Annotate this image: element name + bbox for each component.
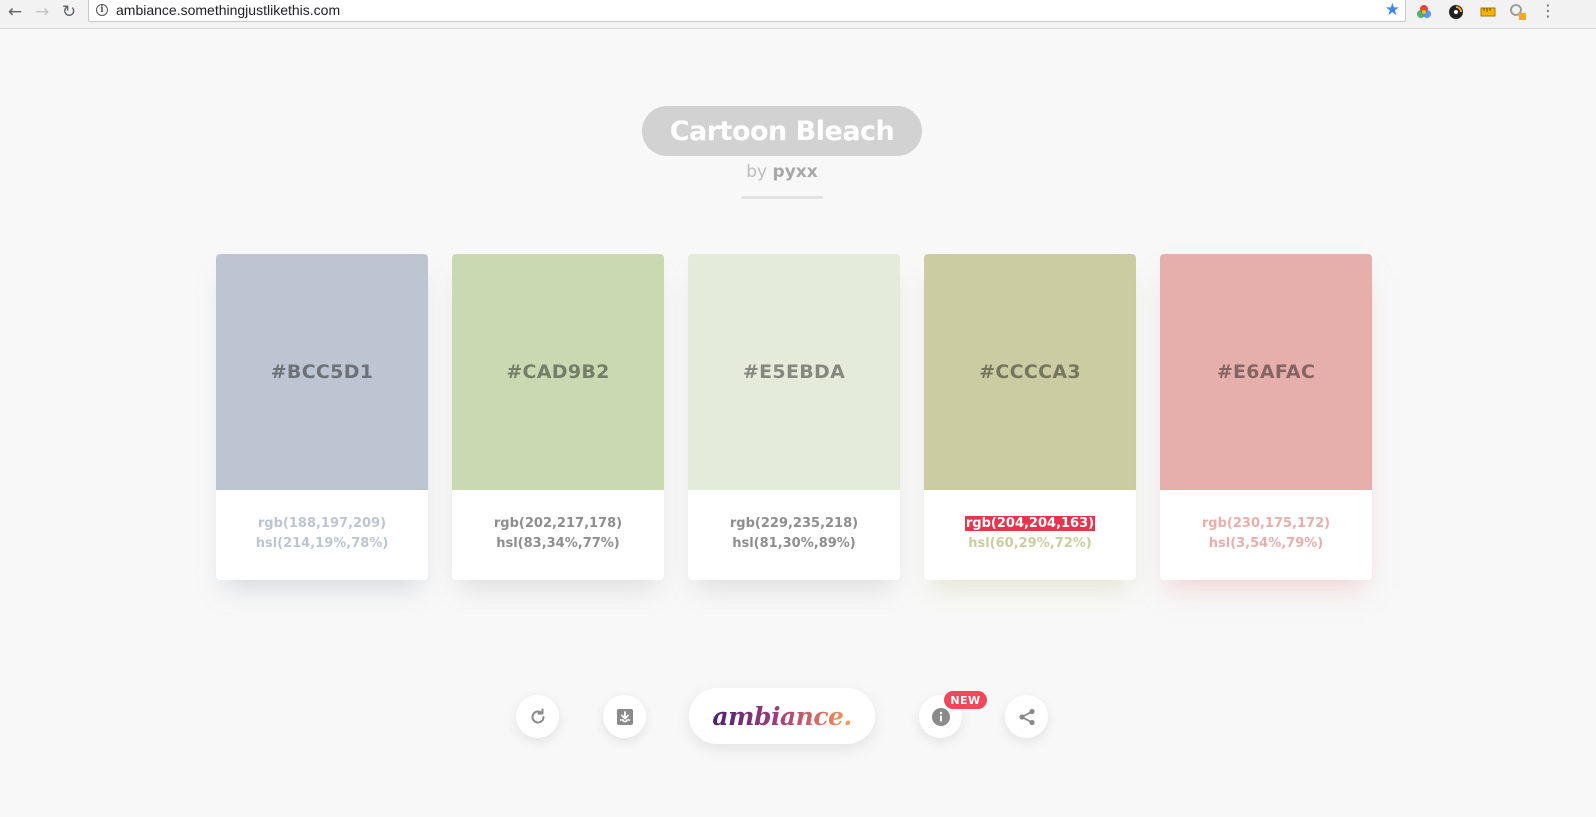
- color-picker-extension-icon[interactable]: [1414, 2, 1434, 21]
- hex-code[interactable]: #BCC5D1: [271, 361, 374, 383]
- hex-code[interactable]: #CAD9B2: [506, 361, 609, 383]
- hex-code[interactable]: #E5EBDA: [743, 361, 845, 383]
- address-url[interactable]: ambiance.somethingjustlikethis.com: [116, 2, 340, 18]
- back-arrow-icon[interactable]: ←: [3, 2, 27, 22]
- hex-code[interactable]: #E6AFAC: [1217, 361, 1315, 383]
- info-icon: [931, 707, 950, 726]
- save-palette-button[interactable]: [603, 695, 646, 738]
- dark-circle-extension-icon[interactable]: [1446, 2, 1466, 21]
- rgb-value[interactable]: rgb(202,217,178): [494, 516, 622, 531]
- palette-title: Cartoon Bleach: [669, 115, 895, 147]
- color-values: rgb(229,235,218) hsl(81,30%,89%): [688, 514, 900, 554]
- color-card[interactable]: #BCC5D1 rgb(188,197,209) hsl(214,19%,78%…: [216, 254, 428, 580]
- forward-arrow-icon[interactable]: →: [30, 2, 54, 22]
- browser-toolbar: ← → ↻ i ambiance.somethingjustlikethis.c…: [0, 0, 1596, 29]
- ruler-extension-icon[interactable]: [1478, 2, 1498, 21]
- site-info-icon[interactable]: i: [96, 4, 108, 16]
- color-card[interactable]: #CCCCA3 rgb(204,204,163) hsl(60,29%,72%): [924, 254, 1136, 580]
- color-swatch[interactable]: #E5EBDA: [688, 254, 900, 490]
- color-card[interactable]: #E6AFAC rgb(230,175,172) hsl(3,54%,79%): [1160, 254, 1372, 580]
- color-values: rgb(204,204,163) hsl(60,29%,72%): [924, 514, 1136, 554]
- hsl-value[interactable]: hsl(83,34%,77%): [496, 536, 620, 551]
- refresh-palette-button[interactable]: [516, 695, 559, 738]
- color-swatch[interactable]: #CCCCA3: [924, 254, 1136, 490]
- download-tray-icon: [616, 708, 633, 725]
- refresh-icon: [531, 708, 544, 723]
- color-card[interactable]: #E5EBDA rgb(229,235,218) hsl(81,30%,89%): [688, 254, 900, 580]
- hsl-value[interactable]: hsl(81,30%,89%): [732, 536, 856, 551]
- browser-menu-icon[interactable]: ⋮: [1540, 2, 1556, 22]
- new-badge: NEW: [944, 691, 987, 709]
- title-divider: [741, 196, 823, 199]
- color-swatch[interactable]: #BCC5D1: [216, 254, 428, 490]
- share-button[interactable]: [1005, 695, 1048, 738]
- color-values: rgb(188,197,209) hsl(214,19%,78%): [216, 514, 428, 554]
- address-bar[interactable]: i ambiance.somethingjustlikethis.com ★: [88, 0, 1406, 22]
- hsl-value[interactable]: hsl(214,19%,78%): [256, 536, 389, 551]
- hsl-value[interactable]: hsl(60,29%,72%): [968, 536, 1092, 551]
- color-card[interactable]: #CAD9B2 rgb(202,217,178) hsl(83,34%,77%): [452, 254, 664, 580]
- color-swatch[interactable]: #CAD9B2: [452, 254, 664, 490]
- palette-author[interactable]: pyxx: [773, 162, 818, 182]
- color-swatch[interactable]: #E6AFAC: [1160, 254, 1372, 490]
- color-values: rgb(202,217,178) hsl(83,34%,77%): [452, 514, 664, 554]
- ambiance-logo-button[interactable]: ambiance.: [689, 688, 875, 744]
- hsl-value[interactable]: hsl(3,54%,79%): [1209, 536, 1324, 551]
- ambiance-logo: ambiance.: [712, 701, 852, 731]
- rgb-value[interactable]: rgb(229,235,218): [730, 516, 858, 531]
- hex-code[interactable]: #CCCCA3: [979, 361, 1081, 383]
- byline-prefix: by: [746, 162, 768, 182]
- magnifier-extension-icon[interactable]: [1508, 2, 1528, 21]
- rgb-value[interactable]: rgb(188,197,209): [258, 516, 386, 531]
- bookmark-star-icon[interactable]: ★: [1385, 0, 1400, 20]
- palette-byline: by pyxx: [642, 162, 922, 182]
- rgb-value-selected[interactable]: rgb(204,204,163): [964, 516, 1096, 531]
- color-values: rgb(230,175,172) hsl(3,54%,79%): [1160, 514, 1372, 554]
- palette-title-pill: Cartoon Bleach: [642, 106, 922, 156]
- rgb-value[interactable]: rgb(230,175,172): [1202, 516, 1330, 531]
- share-icon: [1018, 708, 1035, 725]
- reload-icon[interactable]: ↻: [57, 2, 81, 22]
